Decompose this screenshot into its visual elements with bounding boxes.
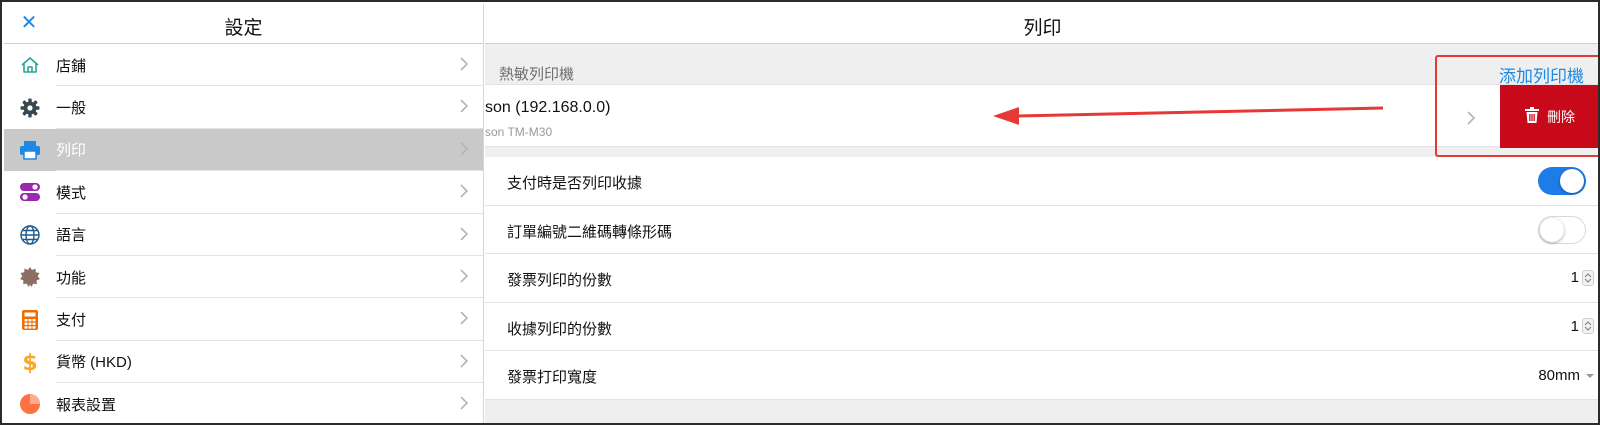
section-label-thermal-printers: 熱敏列印機	[499, 66, 575, 83]
gear-icon	[4, 87, 56, 129]
chevron-right-icon	[459, 140, 469, 158]
setting-row-qr-to-barcode: 訂單編號二維碼轉條形碼	[485, 206, 1598, 254]
chevron-right-icon[interactable]	[1466, 109, 1476, 127]
stepper-arrows-icon[interactable]	[1582, 269, 1594, 286]
chevron-right-icon	[459, 352, 469, 370]
setting-label: 發票打印寬度	[507, 369, 598, 386]
setting-label: 收據列印的份數	[507, 320, 613, 338]
printer-name: son (192.168.0.0)	[485, 99, 611, 116]
annotation-arrow	[993, 106, 1384, 125]
toggle-knob	[1540, 217, 1564, 242]
dollar-icon: $	[4, 341, 56, 383]
print-settings-panel: 列印 熱敏列印機 添加列印機 son (192.168.0.0) son TM-…	[485, 4, 1598, 423]
app-window: ✕ 設定 店鋪 一般 列印 模式 語言 功能 支付 $ 貨幣 (HKD) 報表設…	[0, 0, 1600, 425]
sidebar-item-print[interactable]: 列印	[4, 128, 483, 172]
setting-row-print-receipt-on-payment: 支付時是否列印收據	[485, 157, 1598, 206]
chevron-right-icon	[459, 267, 469, 285]
print-options-list: 支付時是否列印收據 訂單編號二維碼轉條形碼 發票列印的份數 1 收據列印的份數 …	[485, 157, 1598, 400]
sidebar-title: 設定	[224, 18, 263, 39]
print-receipt-toggle[interactable]	[1538, 167, 1586, 195]
delete-label: 刪除	[1547, 108, 1575, 125]
main-header: 列印	[485, 4, 1598, 44]
sidebar-item-mode[interactable]: 模式	[4, 171, 483, 214]
trash-icon	[1525, 107, 1539, 126]
sidebar-item-payment[interactable]: 支付	[4, 298, 483, 342]
calculator-icon	[4, 299, 56, 341]
sidebar-item-language[interactable]: 語言	[4, 214, 483, 257]
home-icon	[4, 44, 56, 86]
sidebar-item-label: 功能	[56, 269, 87, 287]
pie-chart-icon	[4, 383, 56, 423]
sidebar-item-label: 一般	[56, 100, 87, 118]
globe-icon	[4, 214, 56, 256]
print-width-select[interactable]: 80mm	[1538, 366, 1594, 384]
setting-label: 發票列印的份數	[507, 272, 613, 289]
sidebar-item-currency[interactable]: $ 貨幣 (HKD)	[4, 341, 483, 384]
badge-icon	[4, 256, 56, 298]
settings-sidebar: ✕ 設定 店鋪 一般 列印 模式 語言 功能 支付 $ 貨幣 (HKD) 報表設…	[4, 4, 484, 423]
sidebar-item-label: 貨幣 (HKD)	[56, 354, 132, 372]
chevron-right-icon	[459, 309, 469, 327]
setting-row-invoice-copies: 發票列印的份數 1	[485, 254, 1598, 303]
sidebar-item-features[interactable]: 功能	[4, 256, 483, 299]
receipt-copies-stepper[interactable]: 1	[1571, 318, 1594, 335]
sidebar-item-label: 支付	[56, 312, 87, 330]
setting-row-invoice-print-width: 發票打印寬度 80mm	[485, 351, 1598, 400]
setting-label: 訂單編號二維碼轉條形碼	[507, 223, 673, 241]
chevron-right-icon	[459, 225, 469, 243]
sidebar-header: ✕ 設定	[4, 4, 483, 44]
printer-icon	[4, 129, 56, 171]
sidebar-item-label: 模式	[56, 184, 87, 202]
chevron-right-icon	[459, 97, 469, 115]
stepper-arrows-icon[interactable]	[1582, 318, 1594, 334]
select-value: 80mm	[1538, 366, 1580, 384]
sidebar-item-label: 語言	[56, 227, 87, 245]
qr-to-barcode-toggle[interactable]	[1538, 215, 1586, 244]
setting-row-receipt-copies: 收據列印的份數 1	[485, 303, 1598, 351]
sidebar-menu: 店鋪 一般 列印 模式 語言 功能 支付 $ 貨幣 (HKD) 報表設置	[4, 44, 483, 423]
stepper-value: 1	[1570, 269, 1579, 286]
toggle-knob	[1560, 169, 1584, 193]
setting-label: 支付時是否列印收據	[507, 175, 643, 192]
sidebar-item-label: 列印	[56, 142, 87, 160]
printer-model: son TM-M30	[485, 125, 553, 139]
sidebar-item-label: 店鋪	[56, 57, 87, 75]
chevron-down-icon	[1586, 366, 1594, 384]
chevron-right-icon	[459, 55, 469, 73]
sidebar-item-reports[interactable]: 報表設置	[4, 383, 483, 423]
invoice-copies-stepper[interactable]: 1	[1571, 269, 1594, 286]
sidebar-item-general[interactable]: 一般	[4, 86, 483, 130]
chevron-right-icon	[459, 182, 469, 200]
sidebar-item-label: 報表設置	[56, 396, 117, 414]
page-title: 列印	[1023, 18, 1062, 39]
toggles-icon	[4, 171, 56, 213]
svg-text:$: $	[22, 351, 37, 374]
delete-printer-button[interactable]: 刪除	[1500, 85, 1598, 148]
chevron-right-icon	[459, 394, 469, 412]
sidebar-item-store[interactable]: 店鋪	[4, 44, 483, 87]
stepper-value: 1	[1570, 317, 1579, 335]
